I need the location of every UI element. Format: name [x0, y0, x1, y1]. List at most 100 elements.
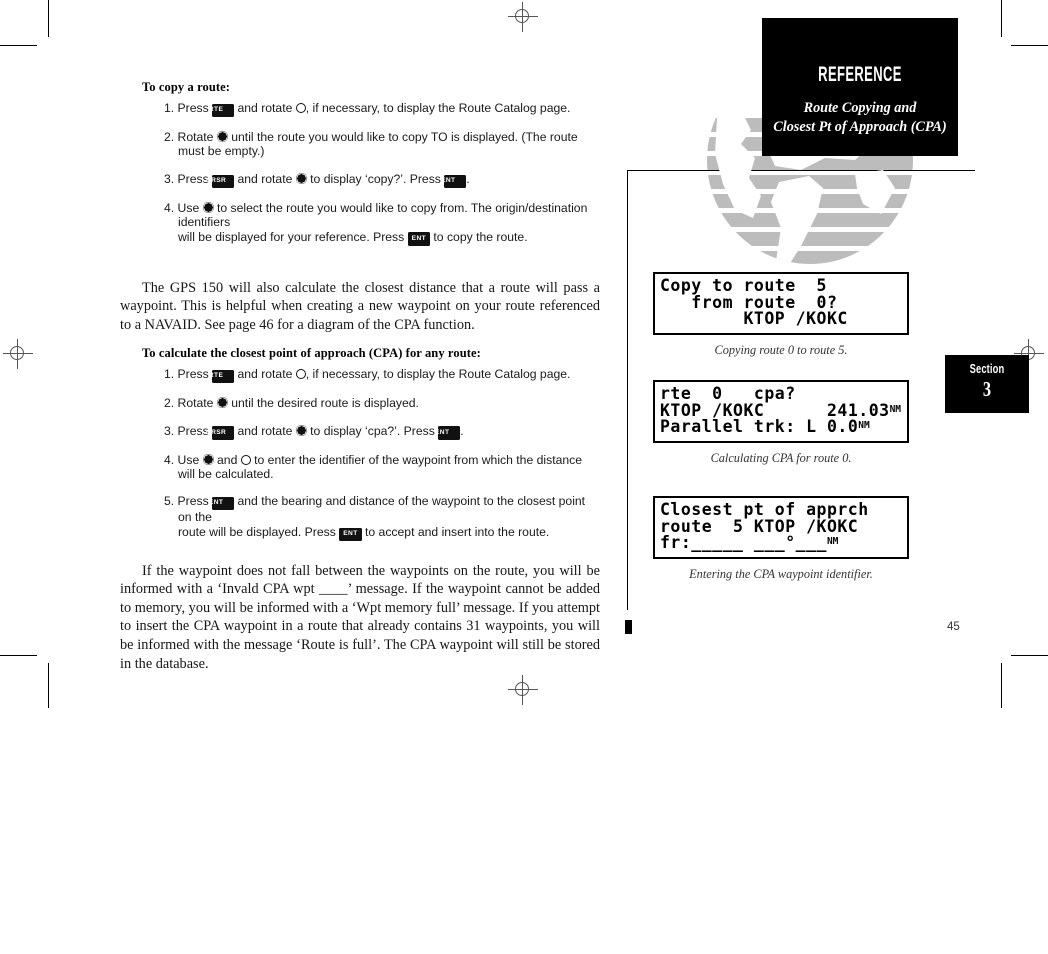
- lcd-unit-nm: NM: [889, 403, 902, 415]
- crop-mark-top-left-vertical: [48, 0, 49, 37]
- reference-header-box: REFERENCE Route Copying and Closest Pt o…: [762, 18, 958, 156]
- lcd-unit-nm: NM: [858, 420, 870, 432]
- section-label: Section: [969, 361, 1005, 376]
- list-item: 2. Rotate until the desired route is dis…: [120, 396, 600, 410]
- crop-mark-top-left-horizontal: [0, 45, 37, 46]
- step-text: and rotate: [234, 367, 296, 382]
- small-knob-icon: [240, 454, 251, 465]
- figure-cpa-calc: rte 0 cpa? KTOP /KOKC 241.03NM Parallel …: [653, 380, 909, 466]
- figure-cpa-waypoint: Closest pt of apprch route 5 KTOP /KOKC …: [653, 496, 909, 582]
- step-text: .: [466, 171, 470, 186]
- step-text: and the bearing and distance of the wayp…: [178, 494, 586, 525]
- page-subtitle-line2: Closest Pt of Approach (CPA): [773, 118, 947, 135]
- copy-route-step-list: 1. Press RTE and rotate , if necessary, …: [120, 101, 600, 246]
- large-knob-icon: [295, 424, 307, 436]
- step-continuation: route will be displayed. Press ENT to ac…: [178, 525, 600, 541]
- ent-key[interactable]: ENT: [209, 497, 235, 511]
- page-number: 45: [947, 621, 960, 633]
- list-item: 4. Use and to enter the identifier of th…: [120, 453, 600, 482]
- lcd-text: fr:_____ ___°___: [660, 533, 827, 553]
- list-item: 5. Press ENT and the bearing and distanc…: [120, 494, 600, 541]
- step-text: to enter the identifier of the waypoint …: [250, 452, 583, 467]
- large-knob-icon: [202, 201, 214, 213]
- step-text: and: [213, 452, 241, 467]
- step-text: .: [460, 423, 464, 438]
- lcd-text: Parallel trk: L: [660, 417, 817, 437]
- list-item: 3. Press CRSR and rotate to display ‘cop…: [120, 172, 600, 188]
- rte-key[interactable]: RTE: [209, 103, 235, 117]
- step-text: until the route you would like to copy T…: [178, 129, 578, 159]
- crop-mark-bottom-left-vertical: [48, 663, 49, 708]
- step-text: , if necessary, to display the Route Cat…: [305, 101, 571, 115]
- ent-key[interactable]: ENT: [407, 232, 431, 246]
- page-title: REFERENCE: [818, 63, 902, 86]
- list-item: 1. Press RTE and rotate , if necessary, …: [120, 367, 600, 384]
- step-text: route will be displayed. Press: [178, 524, 340, 539]
- heading-copy-route: To copy a route:: [142, 80, 231, 94]
- list-item: 2. Rotate until the route you would like…: [120, 130, 600, 159]
- list-item: 3. Press CRSR and rotate to display ‘cpa…: [120, 424, 600, 440]
- large-knob-icon: [295, 172, 307, 184]
- step-text: 1. Press: [164, 101, 213, 115]
- registration-mark-top: [508, 2, 538, 32]
- lcd-screen: rte 0 cpa? KTOP /KOKC 241.03NM Parallel …: [653, 380, 909, 443]
- step-continuation: will be displayed for your reference. Pr…: [178, 230, 600, 246]
- section-number: 3: [982, 377, 992, 401]
- ent-key[interactable]: ENT: [441, 174, 467, 188]
- paragraph-cpa-intro: The GPS 150 will also calculate the clos…: [120, 279, 600, 333]
- large-knob-icon: [202, 453, 214, 465]
- registration-mark-left: [3, 339, 33, 369]
- body-text-column: To copy a route: 1. Press RTE and rotate…: [120, 80, 600, 685]
- page-marker: [625, 620, 632, 634]
- lcd-screen: Closest pt of apprch route 5 KTOP /KOKC …: [653, 496, 909, 559]
- large-knob-icon: [216, 397, 228, 409]
- paragraph-cpa-messages: If the waypoint does not fall between th…: [120, 562, 600, 672]
- step-text: 4. Use: [164, 200, 203, 215]
- lcd-line: Parallel trk: L 0.0NM: [660, 417, 902, 437]
- step-text: , if necessary, to display the Route Cat…: [305, 367, 571, 382]
- small-knob-icon: [295, 369, 306, 380]
- ent-key[interactable]: ENT: [435, 426, 461, 440]
- rte-key[interactable]: RTE: [209, 370, 235, 384]
- step-text: 2. Rotate: [164, 396, 217, 411]
- step-text: to accept and insert into the route.: [361, 524, 550, 539]
- list-item: 1. Press RTE and rotate , if necessary, …: [120, 101, 600, 117]
- page-subtitle: Route Copying and Closest Pt of Approach…: [762, 99, 958, 136]
- step-text: and rotate: [234, 101, 296, 115]
- heading-calculate-cpa: To calculate the closest point of approa…: [142, 346, 481, 361]
- step-text: to copy the route.: [430, 229, 528, 244]
- step-text: 5. Press: [164, 494, 213, 509]
- step-text: 2. Rotate: [164, 129, 217, 144]
- step-text: 1. Press: [164, 367, 213, 382]
- crsr-key[interactable]: CRSR: [206, 426, 235, 440]
- step-text: 3. Press: [164, 423, 213, 438]
- lcd-line: fr:_____ ___°___NM: [660, 533, 902, 553]
- ent-key[interactable]: ENT: [339, 527, 362, 541]
- step-text: to display ‘cpa?’. Press: [306, 423, 439, 438]
- step-text: and rotate: [234, 171, 296, 186]
- step-text: until the desired route is displayed.: [227, 396, 419, 411]
- figure-copy-route: Copy to route 5 from route 0? KTOP /KOKC…: [653, 272, 909, 358]
- step-text: 4. Use: [164, 452, 203, 467]
- lcd-spacer: [817, 417, 827, 436]
- lcd-screen: Copy to route 5 from route 0? KTOP /KOKC: [653, 272, 909, 335]
- step-text: and rotate: [234, 423, 296, 438]
- figure-caption: Entering the CPA waypoint identifier.: [689, 566, 873, 581]
- step-continuation: will be calculated.: [178, 467, 274, 481]
- lcd-offset-value: 0.0: [826, 417, 859, 437]
- lcd-unit-nm: NM: [826, 536, 839, 548]
- crsr-key[interactable]: CRSR: [206, 174, 235, 188]
- lcd-line: KTOP /KOKC: [660, 309, 848, 329]
- step-text: 3. Press: [164, 171, 213, 186]
- page-subtitle-line1: Route Copying and: [803, 100, 917, 116]
- step-text: will be displayed for your reference. Pr…: [178, 229, 408, 244]
- small-knob-icon: [295, 103, 306, 113]
- large-knob-icon: [216, 130, 228, 142]
- figure-caption: Copying route 0 to route 5.: [714, 342, 848, 357]
- step-text: to display ‘copy?’. Press: [306, 171, 445, 186]
- step-text: to select the route you would like to co…: [178, 200, 588, 230]
- section-tab: Section 3: [945, 355, 1029, 413]
- list-item: 4. Use to select the route you would lik…: [120, 201, 600, 246]
- crop-mark-bottom-left-horizontal: [0, 655, 37, 656]
- figure-caption: Calculating CPA for route 0.: [710, 450, 852, 465]
